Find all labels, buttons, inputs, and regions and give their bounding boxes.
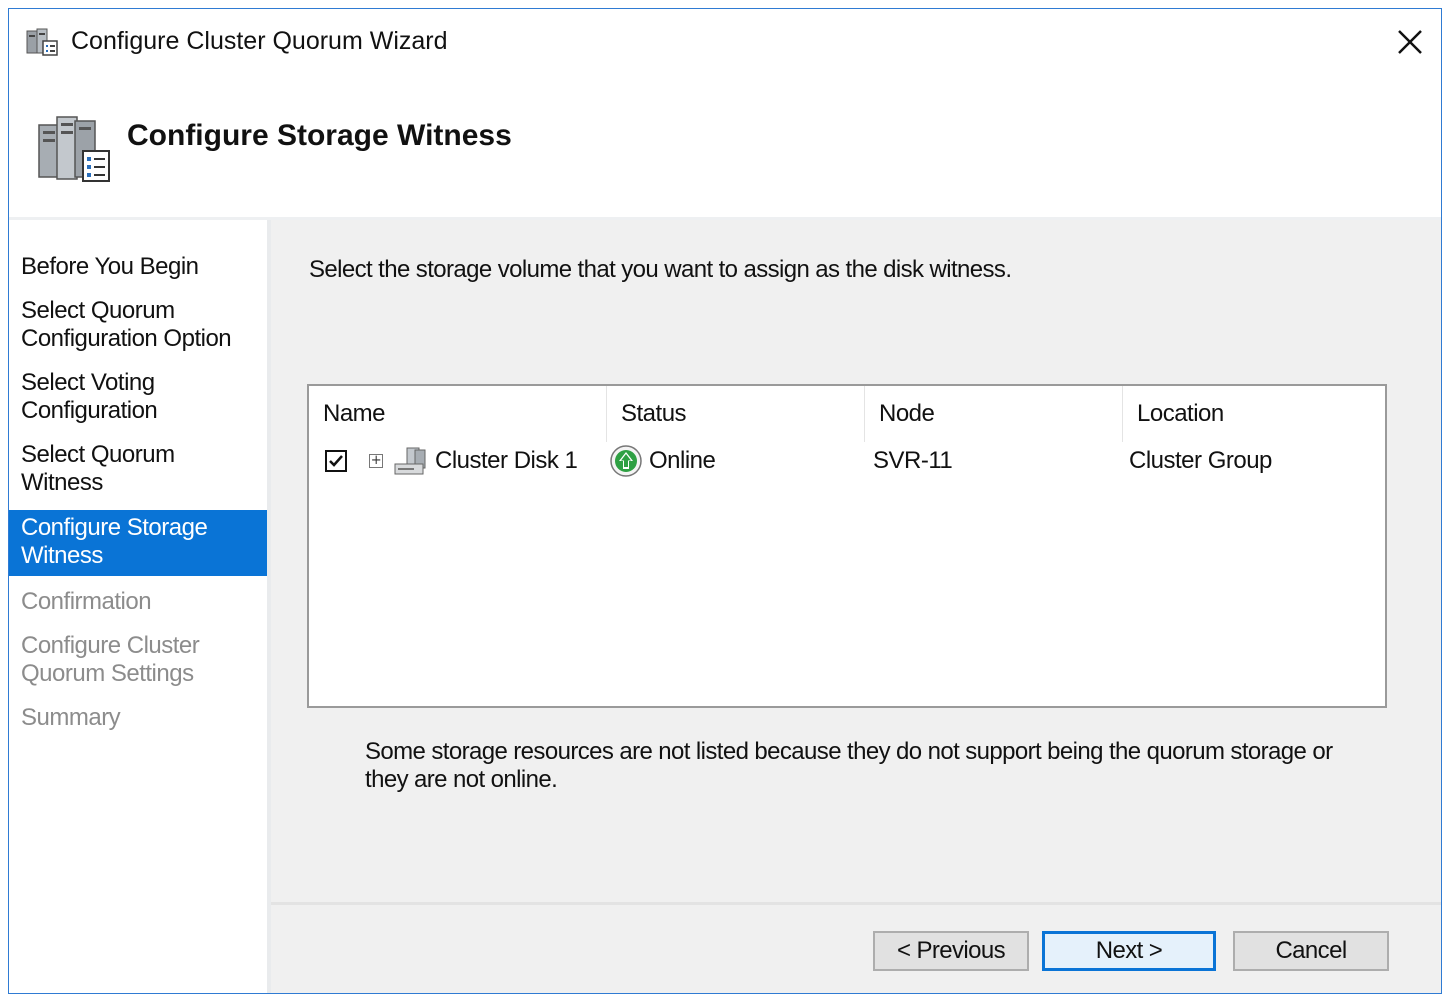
step-label: Select Quorum Witness (21, 441, 175, 496)
column-label: Node (879, 400, 935, 427)
cluster-storage-icon (38, 116, 110, 182)
page-title: Configure Storage Witness (127, 119, 512, 152)
checkmark-icon (329, 455, 343, 467)
row-location-cell: Cluster Group (1129, 442, 1272, 480)
step-label: Configure Storage Witness (21, 514, 208, 569)
online-status-icon (610, 445, 642, 477)
disk-name: Cluster Disk 1 (435, 447, 578, 474)
wizard-steps-sidebar: Before You Begin Select Quorum Configura… (9, 220, 271, 993)
node-text: SVR-11 (873, 447, 953, 474)
row-status-cell: Online (609, 442, 716, 480)
step-confirmation: Confirmation (9, 585, 267, 620)
cancel-label: Cancel (1275, 937, 1347, 964)
column-label: Status (621, 400, 687, 427)
table-row[interactable]: + Cluster Disk 1 Online SVR-11 Cluster G… (309, 442, 1385, 480)
expand-toggle[interactable]: + (369, 454, 383, 468)
status-text: Online (649, 447, 716, 474)
column-header-status[interactable]: Status (607, 386, 865, 442)
step-configure-cluster-quorum-settings: Configure Cluster Quorum Settings (9, 629, 267, 692)
step-select-quorum-configuration-option: Select Quorum Configuration Option (9, 294, 267, 357)
step-before-you-begin: Before You Begin (9, 250, 267, 285)
column-label: Location (1137, 400, 1224, 427)
disk-icon (394, 447, 426, 475)
step-select-voting-configuration: Select Voting Configuration (9, 366, 267, 429)
step-label: Select Quorum Configuration Option (21, 297, 232, 352)
step-configure-storage-witness: Configure Storage Witness (9, 510, 267, 576)
column-header-name[interactable]: Name (309, 386, 607, 442)
column-header-node[interactable]: Node (865, 386, 1123, 442)
next-label: Next > (1095, 937, 1163, 964)
step-label: Select Voting Configuration (21, 369, 158, 424)
step-label: Before You Begin (21, 253, 199, 280)
storage-list[interactable]: Name Status Node Location + Cluster Disk… (307, 384, 1387, 708)
step-label: Summary (21, 704, 121, 731)
location-text: Cluster Group (1129, 447, 1272, 474)
wizard-header: Configure Storage Witness (9, 75, 1441, 220)
window-title: Configure Cluster Quorum Wizard (71, 27, 448, 55)
close-button[interactable] (1387, 19, 1433, 65)
main-content: Select the storage volume that you want … (271, 220, 1441, 902)
step-label: Confirmation (21, 588, 152, 615)
row-node-cell: SVR-11 (873, 442, 953, 480)
step-select-quorum-witness: Select Quorum Witness (9, 438, 267, 501)
previous-label: < Previous (896, 937, 1006, 964)
instruction-text: Select the storage volume that you want … (309, 256, 1012, 283)
previous-button[interactable]: < Previous (873, 931, 1029, 971)
wizard-footer: < Previous Next > Cancel (271, 902, 1441, 993)
column-header-location[interactable]: Location (1123, 386, 1385, 442)
next-button[interactable]: Next > (1042, 931, 1216, 971)
wizard-window: Configure Cluster Quorum Wizard Configur… (8, 8, 1442, 994)
select-disk-checkbox[interactable] (325, 450, 347, 472)
storage-note: Some storage resources are not listed be… (365, 738, 1333, 793)
cluster-wizard-icon (26, 28, 58, 56)
step-label: Configure Cluster Quorum Settings (21, 632, 200, 687)
title-bar: Configure Cluster Quorum Wizard (9, 9, 1441, 75)
step-summary: Summary (9, 701, 267, 736)
close-icon (1398, 30, 1422, 54)
row-name-cell: + Cluster Disk 1 (325, 442, 578, 480)
column-label: Name (323, 400, 386, 427)
cancel-button[interactable]: Cancel (1233, 931, 1389, 971)
